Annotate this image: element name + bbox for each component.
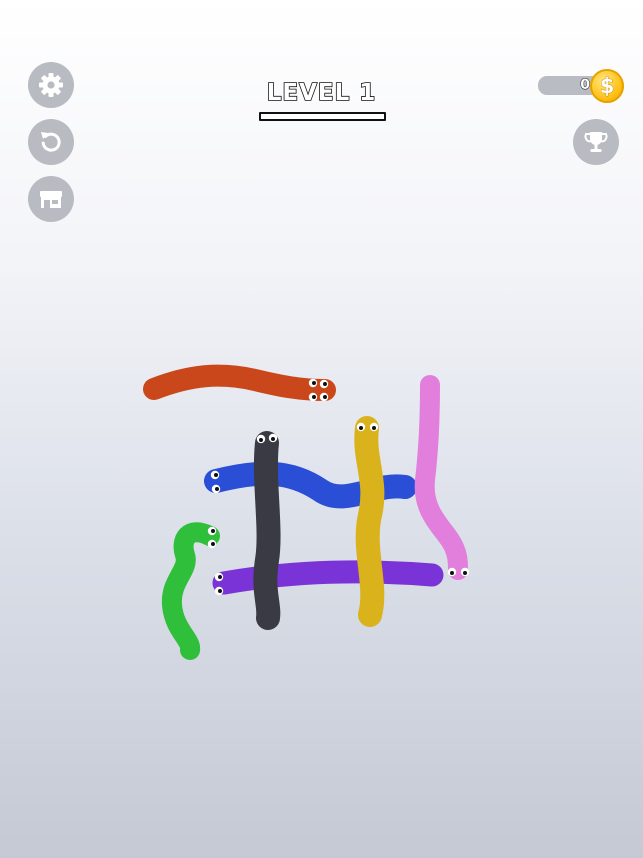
snake-board [143, 364, 470, 660]
snake-orange[interactable] [143, 364, 336, 402]
snake-black[interactable] [253, 431, 281, 630]
snake-green[interactable] [161, 522, 220, 660]
snake-pink[interactable] [414, 375, 470, 580]
snake-purple[interactable] [212, 560, 444, 596]
snake-yellow[interactable] [354, 416, 385, 627]
